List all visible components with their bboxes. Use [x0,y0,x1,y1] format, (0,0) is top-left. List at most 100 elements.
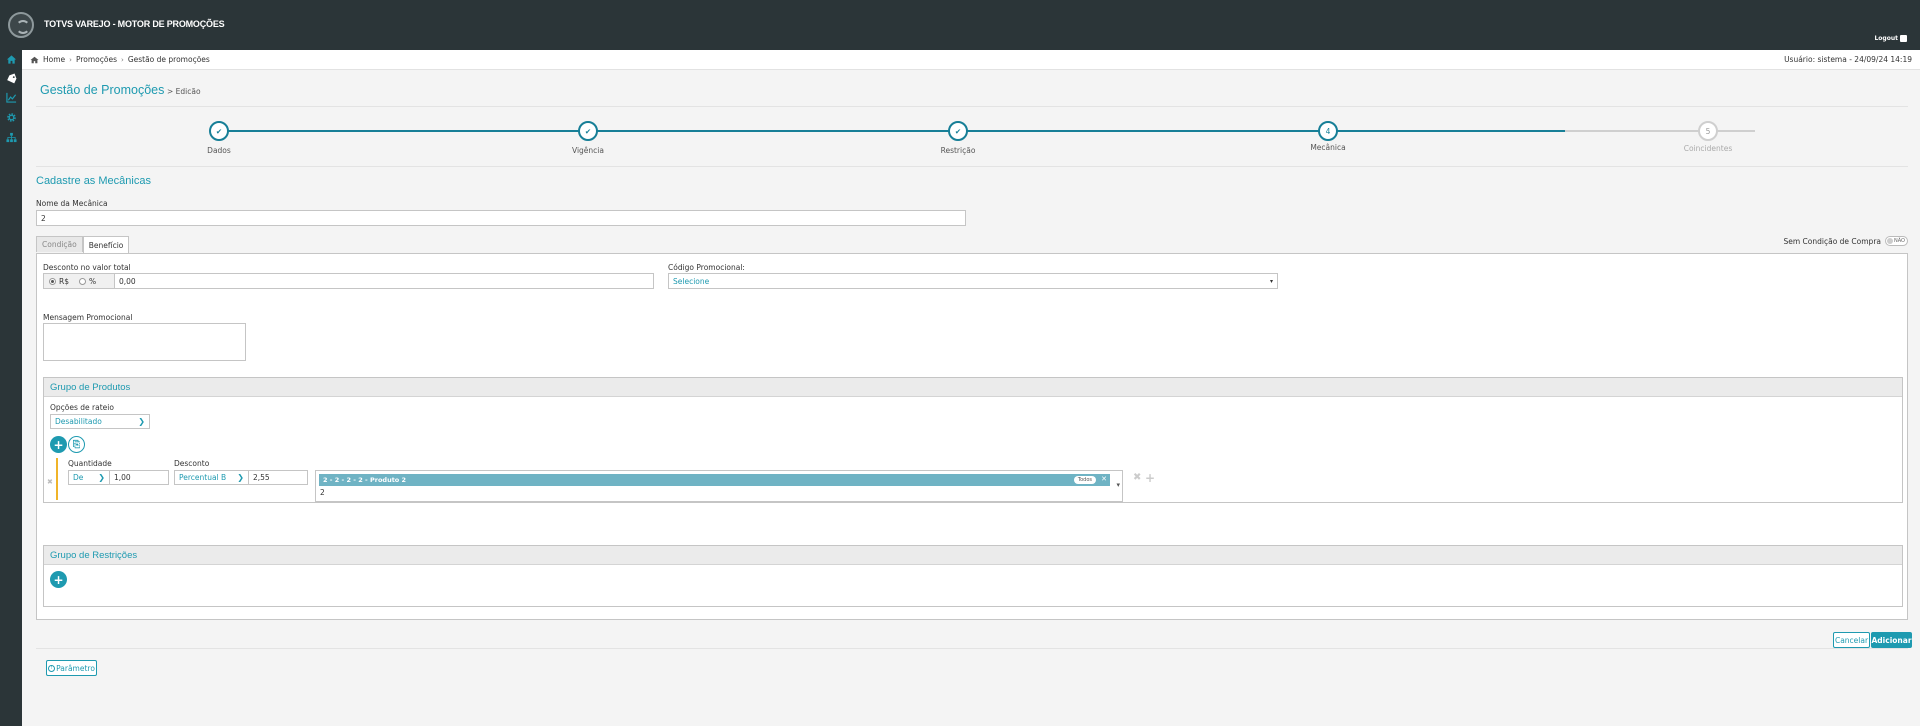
add-restriction-button[interactable]: + [50,571,67,588]
breadcrumb-home[interactable]: Home [43,55,65,64]
section-title: Cadastre as Mecânicas [36,175,151,187]
sem-condicao-toggle[interactable]: NÃO [1885,236,1908,246]
chevron-down-icon: ❯ [138,417,145,426]
copy-icon[interactable]: ⎘ [68,436,85,453]
tab-condicao[interactable]: Condição [36,236,83,252]
radio-rs-dot [49,277,56,285]
caret-down-icon: ▾ [1269,277,1273,285]
promo-code-select[interactable]: Selecione ▾ [668,273,1278,289]
row-indicator [56,458,58,500]
gear-icon[interactable] [5,112,17,123]
add-button[interactable]: Adicionar [1871,632,1912,648]
radio-rs[interactable]: R$ [44,277,74,286]
caret-down-icon[interactable]: ▾ [1116,481,1120,489]
rateio-label: Opções de rateio [50,403,114,412]
radio-rs-label: R$ [59,276,69,286]
step-label-mecanica: Mecânica [1310,143,1346,152]
promo-message-label: Mensagem Promocional [43,313,133,322]
chart-icon[interactable] [5,92,17,103]
breadcrumb-gestao: Gestão de promoções [127,55,210,64]
restriction-group-title: Grupo de Restrições [44,546,1902,565]
rateio-select[interactable]: Desabilitado ❯ [50,414,150,429]
remove-tag-icon[interactable]: ✕ [1101,475,1107,483]
info-icon: ! [48,664,56,672]
sidebar [0,50,22,726]
benefit-panel: Desconto no valor total R$ % 0,00 Código… [36,253,1908,620]
tag-icon[interactable] [5,73,17,84]
totvs-logo[interactable] [8,12,34,38]
currency-radio-group: R$ % [43,273,115,289]
product-group-title: Grupo de Produtos [44,378,1902,397]
app-title: TOTVS VAREJO - MOTOR DE PROMOÇÕES [44,19,225,29]
breadcrumb-home-icon[interactable] [30,56,39,64]
mechanic-name-label: Nome da Mecânica [36,199,108,208]
remove-row-icon[interactable]: ✖ [47,478,53,486]
quantity-operator-value: De [73,473,84,482]
promo-message-textarea[interactable] [43,323,246,361]
plus-icon[interactable]: + [1145,471,1155,485]
quantity-label: Quantidade [68,459,112,468]
mechanic-name-input[interactable]: 2 [36,210,966,226]
logout-button[interactable]: Logout [1874,35,1907,42]
discount-label: Desconto [174,459,210,468]
chevron-down-icon: ❯ [237,473,244,482]
sitemap-icon[interactable] [5,132,17,143]
top-bar: TOTVS VAREJO - MOTOR DE PROMOÇÕES Logout [0,0,1920,50]
divider [36,106,1908,107]
radio-percent-label: % [88,276,97,286]
promo-code-value: Selecione [673,276,710,286]
page-title: Gestão de Promoções [40,83,165,97]
breadcrumb-separator-icon: › [69,55,72,64]
tab-bar: Condição Benefício [36,236,130,253]
breadcrumb: Home › Promoções › Gestão de promoções [30,55,210,64]
add-product-button[interactable]: + [50,436,67,453]
discount-value-field[interactable]: 2,55 [248,470,308,485]
user-info: Usuário: sistema - 24/09/24 14:19 [1784,55,1912,64]
radio-percent[interactable]: % [74,277,101,286]
parameter-label: Parâmetro [56,663,95,673]
discount-type-select[interactable]: Percentual B ❯ [174,470,249,485]
step-label-restricao: Restrição [940,146,976,155]
product-tag-pill: Todos [1073,476,1096,484]
sem-condicao-control: Sem Condição de Compra NÃO [1783,236,1908,246]
logout-label: Logout [1874,35,1898,42]
tab-beneficio[interactable]: Benefício [82,236,130,253]
divider [36,648,1908,649]
wizard-stepper: ✔ Dados ✔ Vigência ✔ Restrição 4 Mecânic… [36,119,1908,159]
quantity-operator-select[interactable]: De ❯ [68,470,110,485]
page-subtitle: > Edicão [167,87,201,96]
close-icon[interactable]: ✖ [1133,472,1141,483]
chevron-down-icon: ❯ [98,473,105,482]
step-label-dados: Dados [207,146,231,155]
step-label-coincidentes: Coincidentes [1683,144,1733,153]
home-icon[interactable] [5,54,17,65]
toggle-value: NÃO [1893,238,1905,244]
discount-type-value: Percentual B [179,473,227,482]
radio-percent-dot [78,277,86,285]
sem-condicao-label: Sem Condição de Compra [1783,236,1881,246]
quantity-input[interactable]: 1,00 [109,470,169,485]
parameter-button[interactable]: ! Parâmetro [46,660,97,676]
breadcrumb-promocoes[interactable]: Promoções [76,55,117,64]
step-label-vigencia: Vigência [572,146,604,155]
step-5-number[interactable]: 5 [1698,121,1718,141]
product-group-panel: Grupo de Produtos Opções de rateio Desab… [43,377,1903,503]
discount-value-input[interactable]: 0,00 [114,273,654,289]
stepper-pending-line [1565,130,1755,132]
product-selector[interactable]: 2 - 2 - 2 - 2 - Produto 2 Todos ✕ 2 ▾ [315,470,1123,502]
breadcrumb-separator-icon: › [121,55,124,64]
product-search-input[interactable]: 2 [320,488,325,497]
cancel-button[interactable]: Cancelar [1833,632,1870,648]
discount-total-label: Desconto no valor total [43,263,131,272]
logout-icon [1900,35,1907,42]
stepper-progress-line [219,130,1565,132]
step-4-number[interactable]: 4 [1318,121,1338,141]
breadcrumb-bar: Home › Promoções › Gestão de promoções U… [22,50,1920,70]
main-content: Gestão de Promoções > Edicão ✔ Dados ✔ V… [22,70,1920,726]
product-tag: 2 - 2 - 2 - 2 - Produto 2 Todos ✕ [319,474,1110,486]
rateio-value: Desabilitado [55,417,102,426]
restriction-group-panel: Grupo de Restrições + [43,545,1903,607]
step-3-check-icon[interactable]: ✔ [948,121,968,141]
step-1-check-icon[interactable]: ✔ [209,121,229,141]
step-2-check-icon[interactable]: ✔ [578,121,598,141]
